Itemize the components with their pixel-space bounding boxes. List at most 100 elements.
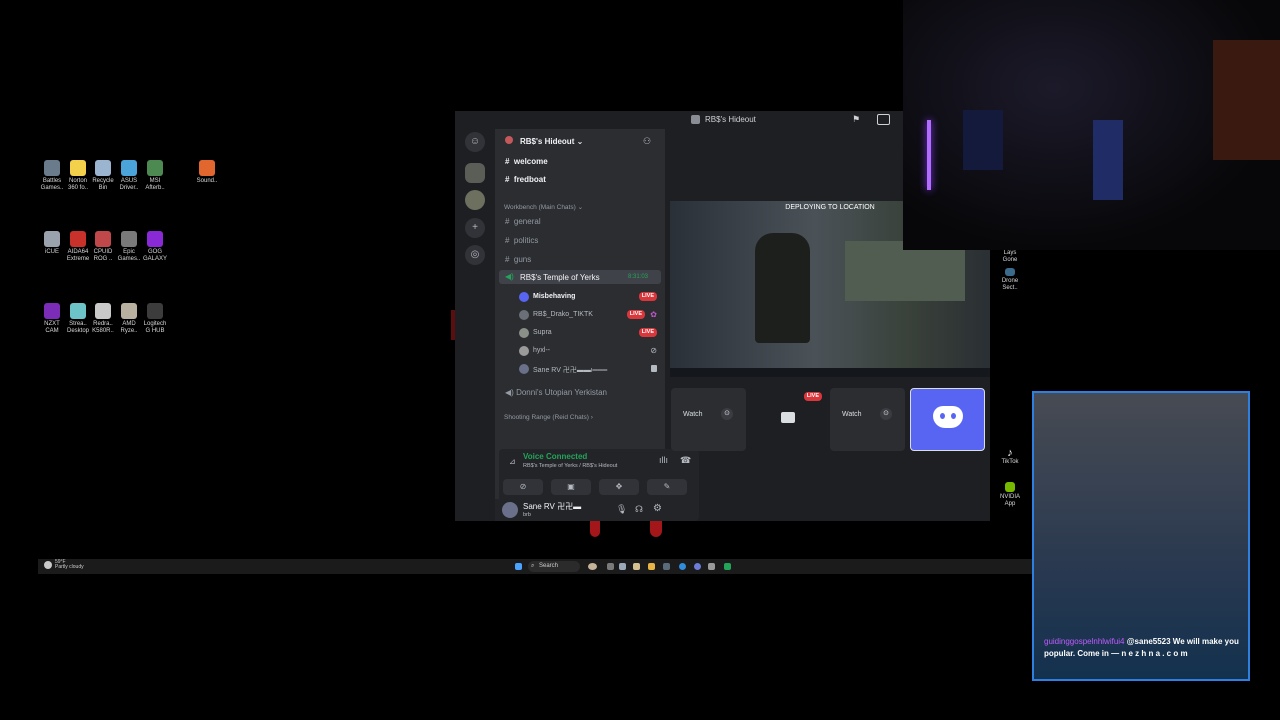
app-icon: [70, 160, 86, 176]
voice-channel[interactable]: ◀) Donni's Utopian Yerkistan: [505, 388, 607, 397]
taskbar-app-icon[interactable]: [708, 563, 715, 570]
taskbar-app-icon[interactable]: [663, 563, 670, 570]
headphones-icon[interactable]: ☊: [635, 504, 643, 515]
desktop-icon[interactable]: Epic Games..: [115, 231, 143, 263]
desktop-icon-label: ASUS Driver..: [119, 178, 139, 191]
server-icon[interactable]: [465, 163, 485, 183]
channel-welcome[interactable]: # welcome: [505, 157, 548, 166]
weather-icon: [44, 561, 52, 569]
stream-tile-live[interactable]: LIVE: [751, 388, 826, 451]
weather-widget[interactable]: 59°F Partly cloudy: [55, 560, 84, 570]
hash-icon: #: [505, 255, 510, 264]
task-view-icon[interactable]: [607, 563, 614, 570]
desktop-icon[interactable]: CPUID ROG ..: [89, 231, 117, 263]
stream-preview-icon[interactable]: ⊙: [721, 408, 733, 420]
stream-preview-icon[interactable]: ⊙: [880, 408, 892, 420]
desktop-icon-label: TikTok: [1001, 459, 1019, 465]
desktop-icon[interactable]: MSI Afterb..: [141, 160, 169, 192]
start-icon[interactable]: [515, 563, 522, 570]
voice-connected-status[interactable]: Voice Connected: [523, 452, 587, 461]
desktop-icon[interactable]: Strea.. Desktop: [64, 303, 92, 335]
channel-guns[interactable]: # guns: [505, 255, 531, 264]
camera-off-button[interactable]: ⊘: [503, 479, 543, 495]
category-main-chats[interactable]: Workbench (Main Chats) ⌄: [504, 203, 583, 211]
noise-suppression-icon[interactable]: ıllı: [659, 455, 668, 465]
discord-home-icon[interactable]: ☺: [465, 132, 485, 152]
desktop-icon[interactable]: Redra.. K580R..: [89, 303, 117, 335]
desktop-icon[interactable]: GOG GALAXY: [141, 231, 169, 263]
taskbar-app-icon[interactable]: [724, 563, 731, 570]
category-shooting-range[interactable]: Shooting Range (Reid Chats) ›: [504, 414, 593, 421]
desktop-icon[interactable]: AMD Ryze..: [115, 303, 143, 335]
desktop-icon-label: GOG GALAXY: [142, 249, 167, 262]
voice-channel-active[interactable]: ◀) RB$'s Temple of Yerks 8:31:03: [499, 270, 661, 284]
disconnect-icon[interactable]: ☎: [680, 455, 691, 466]
avatar[interactable]: [502, 502, 518, 518]
app-icon: [199, 160, 215, 176]
taskbar-search[interactable]: ⌕ Search: [528, 561, 580, 572]
settings-gear-icon[interactable]: ⚙: [653, 503, 662, 514]
discover-icon[interactable]: ◎: [465, 245, 485, 265]
signal-icon[interactable]: ⊿: [509, 457, 516, 466]
voice-user[interactable]: Supra LIVE: [519, 328, 657, 338]
desktop-icon[interactable]: Norton 360 fo..: [64, 160, 92, 192]
desktop-icon-drone-sector[interactable]: Drone Sect..: [996, 268, 1024, 292]
desktop-icon[interactable]: iCUE: [38, 231, 66, 256]
voice-user[interactable]: Misbehaving LIVE: [519, 292, 657, 302]
desktop-icon[interactable]: Recycle Bin: [89, 160, 117, 192]
channel-politics[interactable]: # politics: [505, 236, 538, 245]
desktop-icon[interactable]: Sound..: [193, 160, 221, 185]
desktop-icon-tiktok[interactable]: ♪ TikTok: [996, 447, 1024, 466]
discord-logo-icon: [933, 406, 963, 428]
desktop-icon-label: Norton 360 fo..: [67, 178, 88, 191]
soundboard-button[interactable]: ✎: [647, 479, 687, 495]
app-icon: [44, 303, 60, 319]
taskbar-app-icon[interactable]: [633, 563, 640, 570]
room-object: [1093, 120, 1123, 200]
channel-fredboat[interactable]: # fredboat: [505, 175, 546, 184]
discord-taskbar-icon[interactable]: [694, 563, 701, 570]
desktop-icon[interactable]: Logitech G HUB: [141, 303, 169, 335]
live-badge: LIVE: [638, 292, 657, 301]
desktop-icon[interactable]: ASUS Driver..: [115, 160, 143, 192]
server-icon[interactable]: [465, 190, 485, 210]
desktop-icon-label: Battles Games..: [40, 178, 64, 191]
desktop-icon-nvidia-app[interactable]: NVIDIA App: [996, 482, 1024, 508]
user-name[interactable]: Sane RV 卍卍▬: [523, 501, 581, 512]
app-icon: [44, 160, 60, 176]
flag-icon[interactable]: ⚑: [852, 114, 860, 125]
taskbar-app-icon[interactable]: [619, 563, 626, 570]
desktop-icon-label: iCUE: [44, 249, 59, 255]
server-name[interactable]: RB$'s Hideout ⌄: [520, 137, 583, 146]
microphone-icon[interactable]: 🎙: [616, 504, 627, 515]
activities-button[interactable]: ✥: [599, 479, 639, 495]
add-friend-icon[interactable]: ⚇: [643, 136, 651, 147]
soldier-figure: [755, 233, 810, 343]
inbox-icon[interactable]: [877, 114, 890, 125]
channel-general[interactable]: # general: [505, 217, 541, 226]
app-icon: [121, 231, 137, 247]
stream-tile[interactable]: Watch ⊙: [671, 388, 746, 451]
voice-user[interactable]: RB$_Drako_TIKTK LIVE ✿: [519, 310, 657, 320]
voice-connected-location[interactable]: RB$'s Temple of Yerks / RB$'s Hideout: [523, 463, 617, 469]
add-server-icon[interactable]: +: [465, 218, 485, 238]
taskbar-app-icon[interactable]: [588, 563, 597, 570]
voice-user[interactable]: hyxl-- ⊘: [519, 346, 657, 356]
desktop-icon[interactable]: NZXT CAM: [38, 303, 66, 335]
discord-logo-eye: [940, 413, 945, 419]
chat-username: guidinggospelnhlwifui4: [1044, 637, 1125, 646]
desktop-icon[interactable]: Battles Games..: [38, 160, 66, 192]
avatar: [519, 346, 529, 356]
voice-user[interactable]: Sane RV 卍卍▬▬ι═══: [519, 364, 657, 375]
desktop-icon-label: MSI Afterb..: [145, 178, 165, 191]
room-object: [1213, 40, 1280, 160]
desktop-icon[interactable]: AIDA64 Extreme: [64, 231, 92, 263]
wallpaper-art: [590, 521, 600, 537]
stream-tile[interactable]: Watch ⊙: [830, 388, 905, 451]
file-explorer-icon[interactable]: [648, 563, 655, 570]
desktop-icon-days-gone[interactable]: Lays Gone: [996, 250, 1024, 264]
browser-icon[interactable]: [679, 563, 686, 570]
chevron-down-icon: ⌄: [576, 137, 584, 146]
user-tile[interactable]: [910, 388, 985, 451]
share-screen-button[interactable]: ▣: [551, 479, 591, 495]
